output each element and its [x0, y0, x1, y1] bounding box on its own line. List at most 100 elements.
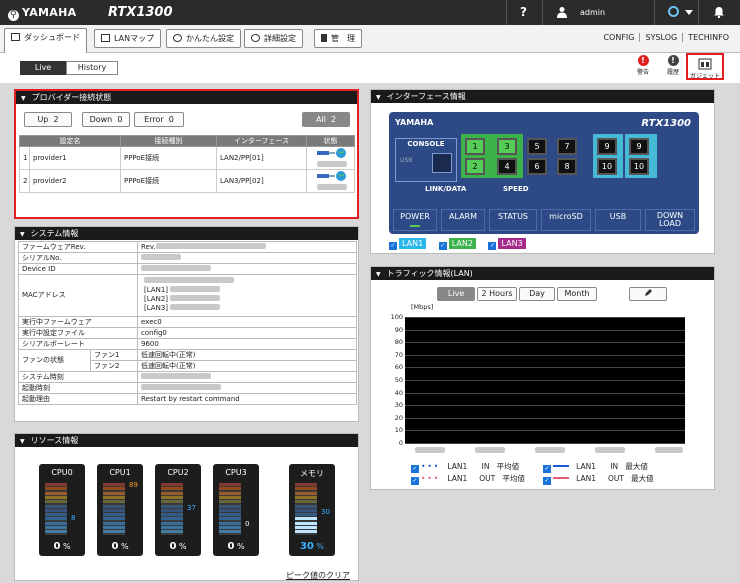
- range-2hours-button[interactable]: 2 Hours: [477, 287, 517, 301]
- tab-management[interactable]: 管 理: [314, 29, 362, 48]
- help-button[interactable]: ?: [520, 5, 527, 19]
- cpu3-meter: CPU3 0 0 %: [213, 464, 259, 556]
- sfp-port-9[interactable]: 9: [629, 138, 649, 155]
- meter-segment: [219, 513, 241, 517]
- port-7[interactable]: 7: [557, 138, 577, 155]
- meter-segment: [161, 504, 183, 508]
- tab-easy-setup[interactable]: かんたん設定: [166, 29, 241, 48]
- gridline: [405, 443, 685, 444]
- peak-clear-link[interactable]: ピーク値のクリア: [286, 570, 350, 581]
- wrench-icon: [321, 34, 327, 42]
- range-day-button[interactable]: Day: [519, 287, 555, 301]
- meter-segment: [45, 513, 67, 517]
- port-9[interactable]: 9: [597, 138, 617, 155]
- gridline: [405, 417, 685, 419]
- meter-segment: [219, 487, 241, 491]
- edit-button[interactable]: [629, 287, 667, 301]
- status-ring-icon[interactable]: [668, 6, 679, 17]
- meter-bar: [161, 483, 183, 535]
- filter-all-button[interactable]: All 2: [302, 112, 350, 127]
- table-row: MACアドレス [LAN1] [LAN2] [LAN3]: [18, 273, 357, 317]
- field-label: 実行中設定ファイル: [18, 326, 138, 339]
- series-checkbox[interactable]: ✓: [411, 465, 419, 473]
- port-8[interactable]: 8: [557, 158, 577, 175]
- series-checkbox[interactable]: ✓: [543, 477, 551, 485]
- port-10[interactable]: 10: [597, 158, 617, 175]
- syslog-link[interactable]: SYSLOG: [639, 33, 683, 42]
- interface: LAN2/PP[01]: [215, 146, 307, 170]
- redacted-text: [144, 277, 234, 283]
- config-link[interactable]: CONFIG: [598, 33, 639, 42]
- port-4[interactable]: 4: [497, 158, 517, 175]
- port-6[interactable]: 6: [527, 158, 547, 175]
- range-live-button[interactable]: Live: [437, 287, 475, 301]
- legend-item[interactable]: ✓ LAN1 IN 最大値: [543, 461, 648, 473]
- warning-button[interactable]: ! 警告: [630, 55, 656, 76]
- field-label: シリアルNo.: [18, 252, 138, 264]
- meter-segment: [45, 495, 67, 499]
- legend-kind: 最大値: [625, 462, 648, 471]
- table-row[interactable]: 1 provider1 PPPoE接続 LAN2/PP[01]: [19, 146, 356, 170]
- tab-advanced-settings[interactable]: 詳細設定: [244, 29, 303, 48]
- sfp-port-10[interactable]: 10: [629, 158, 649, 175]
- gridline: [405, 392, 685, 394]
- filter-down-button[interactable]: Down 0: [82, 112, 130, 127]
- tab-dashboard[interactable]: ダッシュボード: [4, 28, 87, 53]
- count: 0: [168, 115, 174, 124]
- main-tabs: ダッシュボード LANマップ かんたん設定 詳細設定 管 理 CONFIG SYS…: [0, 25, 740, 53]
- legend-lan: LAN1: [447, 474, 468, 483]
- status-cell: [305, 146, 356, 170]
- live-button[interactable]: Live: [20, 61, 66, 75]
- label: Error: [144, 115, 164, 124]
- range-month-button[interactable]: Month: [557, 287, 597, 301]
- filter-error-button[interactable]: Error 0: [134, 112, 184, 127]
- meter-segment: [161, 487, 183, 491]
- legend-kind: 平均値: [496, 462, 520, 471]
- meter-segment: [103, 530, 125, 534]
- field-value: Restart by restart command: [137, 392, 357, 405]
- table-row: 実行中ファームウェア exec0: [18, 315, 357, 328]
- meter-bar: [295, 483, 317, 535]
- right-links: CONFIG SYSLOG TECHINFO: [598, 33, 734, 42]
- filter-up-button[interactable]: Up 2: [24, 112, 72, 127]
- gridline: [405, 367, 685, 369]
- tab-lan-map[interactable]: LANマップ: [94, 29, 162, 48]
- legend-kind: 平均値: [502, 474, 525, 483]
- port-1[interactable]: 1: [465, 138, 485, 155]
- user-name[interactable]: admin: [580, 8, 605, 17]
- chevron-down-icon[interactable]: [685, 10, 693, 15]
- lan1-checkbox[interactable]: ✓: [389, 242, 397, 250]
- legend-item[interactable]: ✓ ••• LAN1 IN 平均値: [411, 461, 519, 473]
- port-5[interactable]: 5: [527, 138, 547, 155]
- table-row[interactable]: 2 provider2 PPPoE接続 LAN3/PP[02]: [19, 169, 356, 193]
- download-button[interactable]: DOWN LOAD: [645, 209, 695, 231]
- history-button[interactable]: History: [66, 61, 118, 75]
- legend-item[interactable]: ✓ ••• LAN1 OUT 平均値: [411, 473, 525, 485]
- bell-icon[interactable]: [713, 6, 725, 18]
- gadget-button[interactable]: ガジェット: [686, 53, 724, 80]
- peak-value: 8: [71, 514, 76, 522]
- peak-value: 30: [321, 508, 330, 516]
- console-area: CONSOLE USB: [395, 138, 457, 182]
- history-log-button[interactable]: ! 履歴: [660, 55, 686, 76]
- label: Up: [37, 115, 49, 124]
- lan3-checkbox[interactable]: ✓: [488, 242, 497, 250]
- techinfo-link[interactable]: TECHINFO: [682, 33, 734, 42]
- traffic-chart: [405, 317, 685, 444]
- port-2[interactable]: 2: [465, 158, 485, 175]
- meter-segment: [45, 526, 67, 529]
- percent-unit: %: [316, 542, 325, 551]
- legend-item[interactable]: ✓ LAN1 OUT 最大値: [543, 473, 654, 485]
- port-3[interactable]: 3: [497, 138, 517, 155]
- meter-segment: [103, 517, 125, 521]
- series-checkbox[interactable]: ✓: [411, 477, 419, 485]
- series-checkbox[interactable]: ✓: [543, 465, 551, 473]
- count: 0: [117, 115, 123, 124]
- table-row: Device ID: [18, 263, 357, 275]
- lan3-tag: LAN3: [498, 238, 526, 249]
- legend-lan: LAN1: [576, 474, 597, 483]
- meter-segment: [103, 513, 125, 517]
- solid-line-swatch: [553, 465, 569, 467]
- lan2-checkbox[interactable]: ✓: [438, 242, 447, 250]
- meter-bar: [45, 483, 67, 535]
